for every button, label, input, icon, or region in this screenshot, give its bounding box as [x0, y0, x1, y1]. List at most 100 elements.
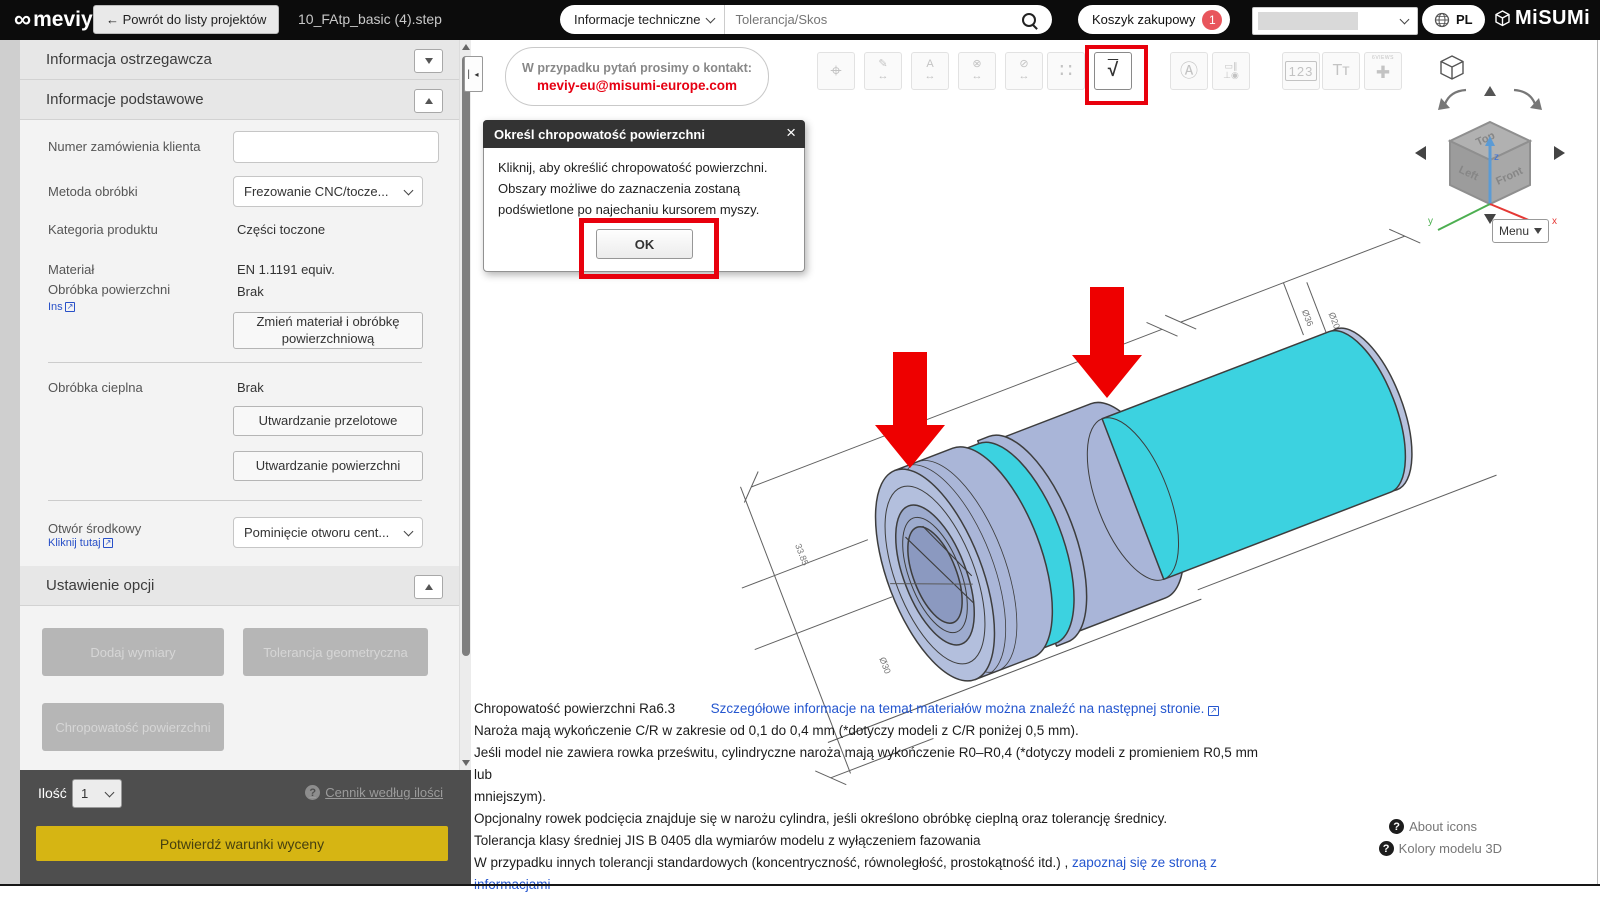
scroll-up-arrow[interactable]: [462, 44, 470, 50]
quantity-label: Ilość: [38, 785, 67, 801]
scroll-down-arrow[interactable]: [462, 760, 470, 766]
collapsed-left-rail: [0, 40, 21, 884]
axis-y-label: y: [1428, 216, 1433, 227]
confirm-quote-button[interactable]: Potwierdź warunki wyceny: [36, 826, 448, 861]
order-number-input[interactable]: [233, 131, 439, 163]
center-hole-select[interactable]: Pominięcie otworu cent...: [233, 517, 423, 548]
method-select[interactable]: Frezowanie CNC/tocze...: [233, 176, 423, 207]
note-line: mniejszym).: [474, 789, 547, 804]
chevron-down-icon: [1399, 14, 1410, 25]
rotate-left-icon[interactable]: [1438, 88, 1467, 110]
collapse-toggle-button[interactable]: [414, 575, 443, 599]
heat-treatment-value: Brak: [237, 380, 264, 395]
triangle-up-icon: [424, 98, 433, 104]
surface-treatment-label: Obróbka powierzchni: [48, 282, 171, 297]
collapse-toggle-button[interactable]: [414, 49, 443, 73]
note-line: W przypadku innych tolerancji standardow…: [474, 855, 1217, 892]
misumi-logo: MiSUMi: [1494, 7, 1590, 30]
project-select[interactable]: [1252, 7, 1418, 35]
material-label: Materiał: [48, 262, 95, 277]
price-by-quantity-link[interactable]: ? Cennik według ilości: [305, 785, 443, 800]
question-icon: ?: [305, 785, 321, 800]
annotation-highlight-tool: [1085, 45, 1148, 105]
surface-roughness-button[interactable]: Chropowatość powierzchni: [42, 703, 224, 751]
about-icons-link[interactable]: ? About icons: [1389, 819, 1477, 834]
center-hole-label: Otwór środkowy: [48, 521, 142, 536]
through-hardening-button[interactable]: Utwardzanie przelotowe: [233, 406, 423, 436]
materials-info-link[interactable]: Szczegółowe informacje na temat materiał…: [711, 701, 1219, 716]
rotate-right-icon[interactable]: [1513, 88, 1542, 110]
roughness-popup: Określ chropowatość powierzchni × Klikni…: [483, 120, 805, 279]
external-link-icon: [102, 538, 114, 548]
question-icon: ?: [1378, 841, 1394, 856]
search-icon[interactable]: [1022, 12, 1036, 27]
top-bar: ∞ meviy ← Powrót do listy projektów 10_F…: [0, 0, 1600, 40]
add-dimensions-button[interactable]: Dodaj wymiary: [42, 628, 224, 676]
change-material-button[interactable]: Zmień materiał i obróbkę powierzchniową: [233, 312, 423, 349]
dim-label: Ø20: [1327, 311, 1342, 330]
heat-treatment-label: Obróbka cieplna: [48, 380, 143, 395]
section-options[interactable]: Ustawienie opcji: [20, 566, 459, 606]
geometric-tolerance-button[interactable]: Tolerancja geometryczna: [243, 628, 428, 676]
dim-label: Ø36: [1300, 308, 1315, 327]
isometric-view-icon[interactable]: [1440, 55, 1464, 80]
rotate-left-arrow[interactable]: [1415, 146, 1426, 160]
language-button[interactable]: PL: [1422, 5, 1485, 34]
sidebar: Informacja ostrzegawcza Informacje podst…: [20, 40, 459, 770]
scrollbar-thumb[interactable]: [462, 56, 470, 656]
divider: [48, 362, 422, 363]
cart-count-badge: 1: [1202, 9, 1223, 30]
language-code: PL: [1456, 12, 1473, 27]
note-line: technicznymi.: [474, 896, 1274, 900]
surface-hardening-button[interactable]: Utwardzanie powierzchni: [233, 451, 423, 481]
rotate-right-arrow[interactable]: [1554, 146, 1565, 160]
center-hole-link[interactable]: Kliknij tutaj: [48, 537, 114, 549]
annotation-highlight-ok: [579, 218, 719, 279]
section-warning-info[interactable]: Informacja ostrzegawcza: [20, 40, 459, 80]
view-cube[interactable]: Top Left Front z y x: [1400, 48, 1580, 248]
axis-x-label: x: [1552, 216, 1557, 227]
search-bar: Informacje techniczne: [560, 5, 1052, 34]
surface-treatment-value: Brak: [237, 284, 264, 299]
viewer-canvas[interactable]: ▏◂ W przypadku pytań prosimy o kontakt: …: [464, 40, 1598, 900]
axis-z-label: z: [1494, 152, 1499, 163]
material-value: EN 1.1191 equiv.: [237, 262, 335, 277]
section-basic-info[interactable]: Informacje podstawowe: [20, 80, 459, 120]
note-line: Jeśli model nie zawiera rowka prześwitu,…: [474, 745, 1259, 782]
question-icon: ?: [1389, 819, 1405, 834]
ins-link[interactable]: Ins: [48, 301, 76, 313]
model-colors-link[interactable]: ? Kolory modelu 3D: [1378, 841, 1502, 856]
app-bottom-border: [0, 884, 1600, 886]
note-line: Tolerancja klasy średniej JIS B 0405 dla…: [474, 833, 981, 848]
chevron-down-icon: [403, 526, 414, 536]
misumi-cube-icon: [1495, 10, 1510, 27]
chevron-down-icon: [104, 787, 115, 797]
panel-collapse-handle[interactable]: ▏◂: [464, 56, 483, 92]
quantity-select[interactable]: 1: [72, 779, 122, 808]
back-to-projects-button[interactable]: ← Powrót do listy projektów: [93, 5, 280, 34]
dim-label: 33.85: [793, 542, 810, 567]
cart-button[interactable]: Koszyk zakupowy 1: [1078, 5, 1231, 34]
search-input[interactable]: [725, 12, 1022, 27]
meviy-logo-text: meviy: [33, 8, 93, 31]
sidebar-footer: Ilość 1 ? Cennik według ilości Potwierdź…: [20, 770, 471, 884]
note-line: Opcjonalny rowek podcięcia znajduje się …: [474, 811, 1168, 826]
order-number-label: Numer zamówienia klienta: [48, 139, 201, 154]
category-label: Kategoria produktu: [48, 222, 158, 237]
meviy-logo[interactable]: ∞ meviy: [14, 6, 93, 34]
chevron-down-icon: [403, 185, 414, 195]
app-root: ∞ meviy ← Powrót do listy projektów 10_F…: [0, 0, 1600, 900]
close-icon[interactable]: ×: [786, 123, 796, 143]
note-line: Naroża mają wykończenie C/R w zakresie o…: [474, 723, 1079, 738]
viewer-menu-button[interactable]: Menu: [1492, 219, 1549, 243]
meviy-logo-icon: ∞: [14, 6, 32, 33]
rotate-up-arrow[interactable]: [1484, 86, 1496, 96]
note-line: Chropowatość powierzchni Ra6.3 Szczegóło…: [474, 698, 1274, 720]
search-category-select[interactable]: Informacje techniczne: [560, 5, 726, 34]
collapse-toggle-button[interactable]: [414, 89, 443, 113]
triangle-up-icon: [424, 584, 433, 590]
triangle-down-icon: [1534, 228, 1543, 234]
divider: [48, 500, 422, 501]
category-value: Części toczone: [237, 222, 326, 237]
popup-title-bar: Określ chropowatość powierzchni ×: [483, 120, 805, 148]
